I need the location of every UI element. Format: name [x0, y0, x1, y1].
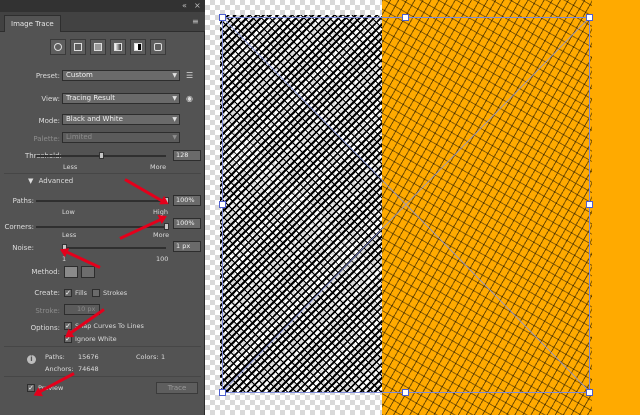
handle-bottom-middle[interactable]: [402, 389, 409, 396]
close-panel-icon[interactable]: ×: [194, 1, 201, 11]
triangle-down-icon: ▼: [28, 177, 34, 185]
chevron-down-icon: ▼: [172, 116, 177, 123]
threshold-min-label: Less: [63, 163, 78, 171]
method-label: Method:: [31, 268, 60, 276]
view-value: Tracing Result: [66, 94, 115, 102]
black-white-icon[interactable]: [130, 39, 146, 55]
low-color-icon[interactable]: [90, 39, 106, 55]
noise-label: Noise:: [12, 244, 34, 252]
abutting-method-icon[interactable]: [64, 266, 78, 278]
stats-anchors-value: 74648: [78, 365, 99, 373]
handle-top-right[interactable]: [586, 14, 593, 21]
noise-max-label: 100: [156, 255, 169, 263]
view-eye-icon[interactable]: ◉: [186, 94, 193, 103]
stats-colors-value: 1: [161, 353, 166, 361]
chevron-down-icon: ▼: [172, 72, 177, 79]
high-color-icon[interactable]: [70, 39, 86, 55]
paths-min-label: Low: [62, 208, 75, 216]
strokes-label: Strokes: [103, 289, 128, 297]
preset-label: Preset:: [35, 72, 60, 80]
divider: [4, 173, 201, 174]
advanced-label: Advanced: [38, 177, 74, 185]
preset-value: Custom: [66, 71, 93, 79]
corners-label: Corners:: [4, 223, 34, 231]
palette-dropdown: Limited ▼: [62, 132, 180, 143]
stats-paths-value: 15676: [78, 353, 99, 361]
handle-middle-right[interactable]: [586, 201, 593, 208]
panel-menu-icon[interactable]: ≡: [192, 17, 199, 27]
noise-value-field[interactable]: 1 px: [173, 241, 201, 252]
stroke-label: Stroke:: [35, 307, 60, 315]
ignore-white-label: Ignore White: [75, 335, 117, 343]
corners-max-label: More: [153, 231, 170, 239]
fills-label: Fills: [75, 289, 88, 297]
stats-colors-label: Colors:: [136, 353, 159, 361]
divider: [4, 376, 201, 377]
chevron-down-icon: ▼: [172, 95, 177, 102]
collapse-panel-button[interactable]: «: [182, 1, 187, 11]
threshold-max-label: More: [150, 163, 167, 171]
palette-value: Limited: [66, 133, 93, 141]
tab-image-trace[interactable]: Image Trace: [4, 15, 61, 32]
palette-label: Palette:: [33, 135, 60, 143]
create-label: Create:: [34, 289, 60, 297]
divider: [4, 346, 201, 347]
grayscale-icon[interactable]: [110, 39, 126, 55]
paths-label: Paths:: [12, 197, 34, 205]
paths-slider-track[interactable]: [36, 200, 166, 202]
corners-min-label: Less: [62, 231, 77, 239]
handle-bottom-right[interactable]: [586, 389, 593, 396]
corners-value-field[interactable]: 100%: [173, 218, 201, 229]
handle-top-middle[interactable]: [402, 14, 409, 21]
outline-icon[interactable]: [150, 39, 166, 55]
info-icon: i: [27, 355, 36, 364]
stats-anchors-label: Anchors:: [45, 365, 74, 373]
advanced-toggle[interactable]: ▼ Advanced: [28, 177, 73, 185]
view-label: View:: [41, 95, 60, 103]
corners-slider-knob[interactable]: [164, 223, 169, 230]
panel-tab-row: Image Trace ≡: [0, 12, 205, 32]
handle-middle-left[interactable]: [219, 201, 226, 208]
mode-dropdown[interactable]: Black and White ▼: [62, 114, 180, 125]
view-dropdown[interactable]: Tracing Result ▼: [62, 93, 180, 104]
paths-value-field[interactable]: 100%: [173, 195, 201, 206]
strokes-checkbox[interactable]: [92, 289, 100, 297]
threshold-slider-knob[interactable]: [99, 152, 104, 159]
chevron-down-icon: ▼: [172, 134, 177, 141]
trace-button[interactable]: Trace: [156, 382, 198, 394]
handle-bottom-left[interactable]: [219, 389, 226, 396]
auto-color-icon[interactable]: [50, 39, 66, 55]
mode-value: Black and White: [66, 115, 123, 123]
image-trace-panel: « × Image Trace ≡ Preset: Custom ▼ ☰ View…: [0, 0, 205, 415]
threshold-value-field[interactable]: 128: [173, 150, 201, 161]
preset-dropdown[interactable]: Custom ▼: [62, 70, 180, 81]
preset-list-icon[interactable]: ☰: [186, 71, 193, 80]
noise-slider-track[interactable]: [64, 247, 166, 249]
stats-paths-label: Paths:: [45, 353, 65, 361]
overlapping-method-icon[interactable]: [81, 266, 95, 278]
handle-top-left[interactable]: [219, 14, 226, 21]
fills-checkbox[interactable]: ✓: [64, 289, 72, 297]
mode-label: Mode:: [38, 117, 60, 125]
options-label: Options:: [30, 324, 60, 332]
